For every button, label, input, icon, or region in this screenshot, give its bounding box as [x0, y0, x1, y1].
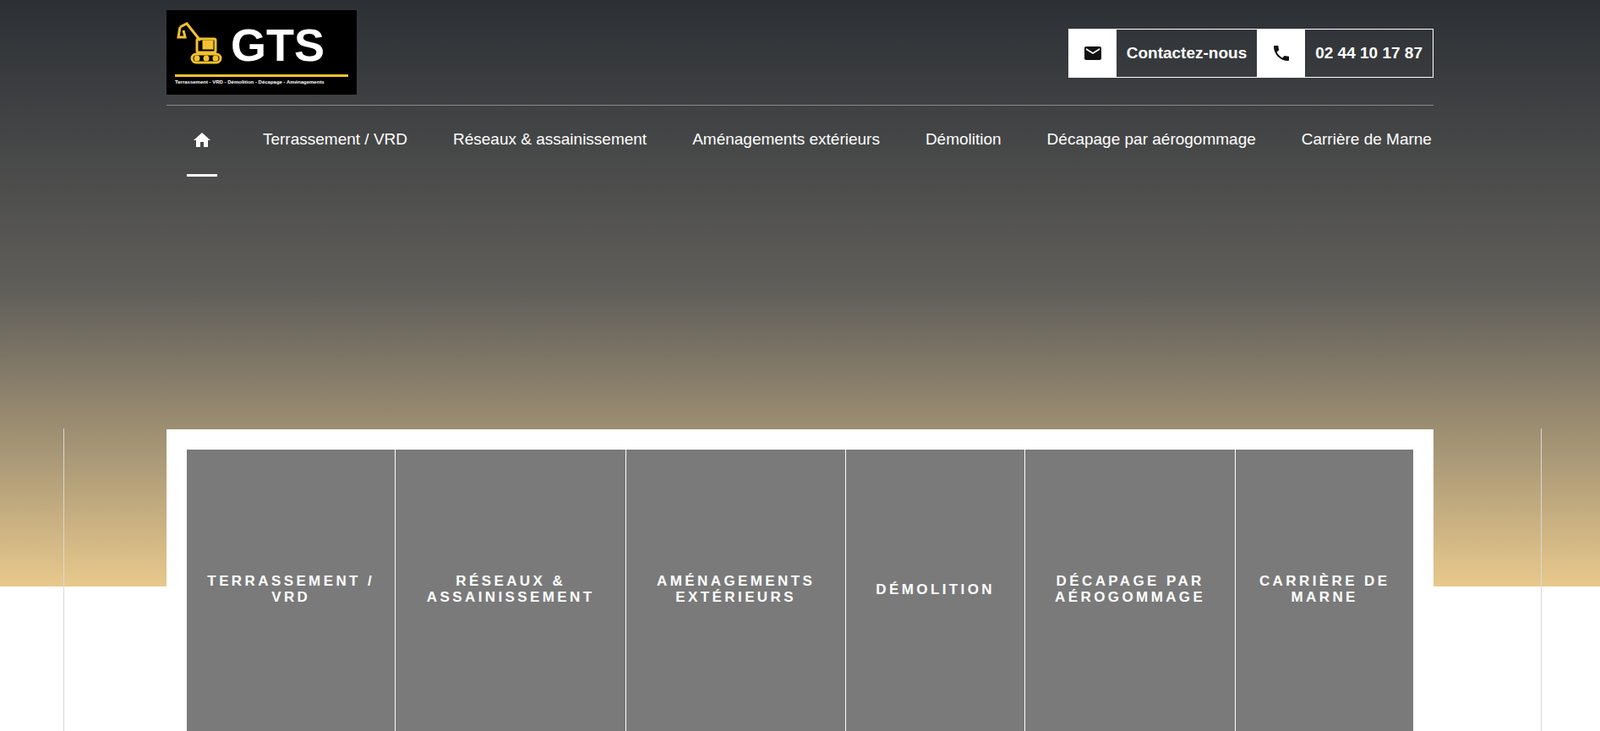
mail-button[interactable]	[1069, 29, 1117, 77]
home-link[interactable]	[186, 105, 218, 177]
mail-icon	[1082, 43, 1104, 64]
header-divider	[166, 104, 1434, 106]
services-panel: TERRASSEMENT / VRDRÉSEAUX & ASSAINISSEME…	[166, 429, 1434, 731]
nav-item[interactable]: Démolition	[925, 105, 1002, 177]
header-top: GTS Terrassement - VRD - Démolition - Déc…	[166, 10, 1434, 95]
nav-item[interactable]: Terrassement / VRD	[262, 105, 408, 177]
service-tile[interactable]: DÉMOLITION	[846, 449, 1025, 731]
nav-item[interactable]: Décapage par aérogommage	[1047, 105, 1256, 177]
logo-tagline: Terrassement - VRD - Démolition - Décapa…	[174, 79, 349, 87]
nav-item[interactable]: Carrière de Marne	[1301, 105, 1432, 177]
frame-line-right	[1540, 428, 1542, 731]
service-tile[interactable]: TERRASSEMENT / VRD	[186, 449, 395, 731]
logo[interactable]: GTS Terrassement - VRD - Démolition - Déc…	[166, 10, 357, 95]
home-icon	[191, 130, 213, 151]
logo-rule	[174, 74, 349, 77]
service-tile[interactable]: CARRIÈRE DE MARNE	[1235, 449, 1414, 731]
phone-button[interactable]	[1256, 29, 1306, 77]
main-nav: Terrassement / VRD Réseaux & assainisseme…	[166, 105, 1434, 177]
page: GTS Terrassement - VRD - Démolition - Déc…	[0, 0, 1600, 731]
contact-group: Contactez-nous 02 44 10 17 87	[1068, 28, 1434, 78]
excavator-icon	[174, 18, 228, 71]
nav-item[interactable]: Aménagements extérieurs	[692, 105, 880, 177]
nav-item[interactable]: Réseaux & assainissement	[453, 105, 647, 177]
service-tile[interactable]: DÉCAPAGE PAR AÉROGOMMAGE	[1025, 449, 1235, 731]
phone-number[interactable]: 02 44 10 17 87	[1305, 29, 1433, 77]
container: GTS Terrassement - VRD - Démolition - Déc…	[166, 0, 1434, 731]
service-tile[interactable]: RÉSEAUX & ASSAINISSEMENT	[395, 449, 625, 731]
contact-link[interactable]: Contactez-nous	[1116, 29, 1258, 77]
frame-line-left	[63, 428, 65, 731]
logo-name: GTS	[230, 21, 325, 68]
service-tiles: TERRASSEMENT / VRDRÉSEAUX & ASSAINISSEME…	[186, 449, 1414, 731]
phone-icon	[1271, 43, 1292, 64]
service-tile[interactable]: AMÉNAGEMENTS EXTÉRIEURS	[626, 449, 846, 731]
